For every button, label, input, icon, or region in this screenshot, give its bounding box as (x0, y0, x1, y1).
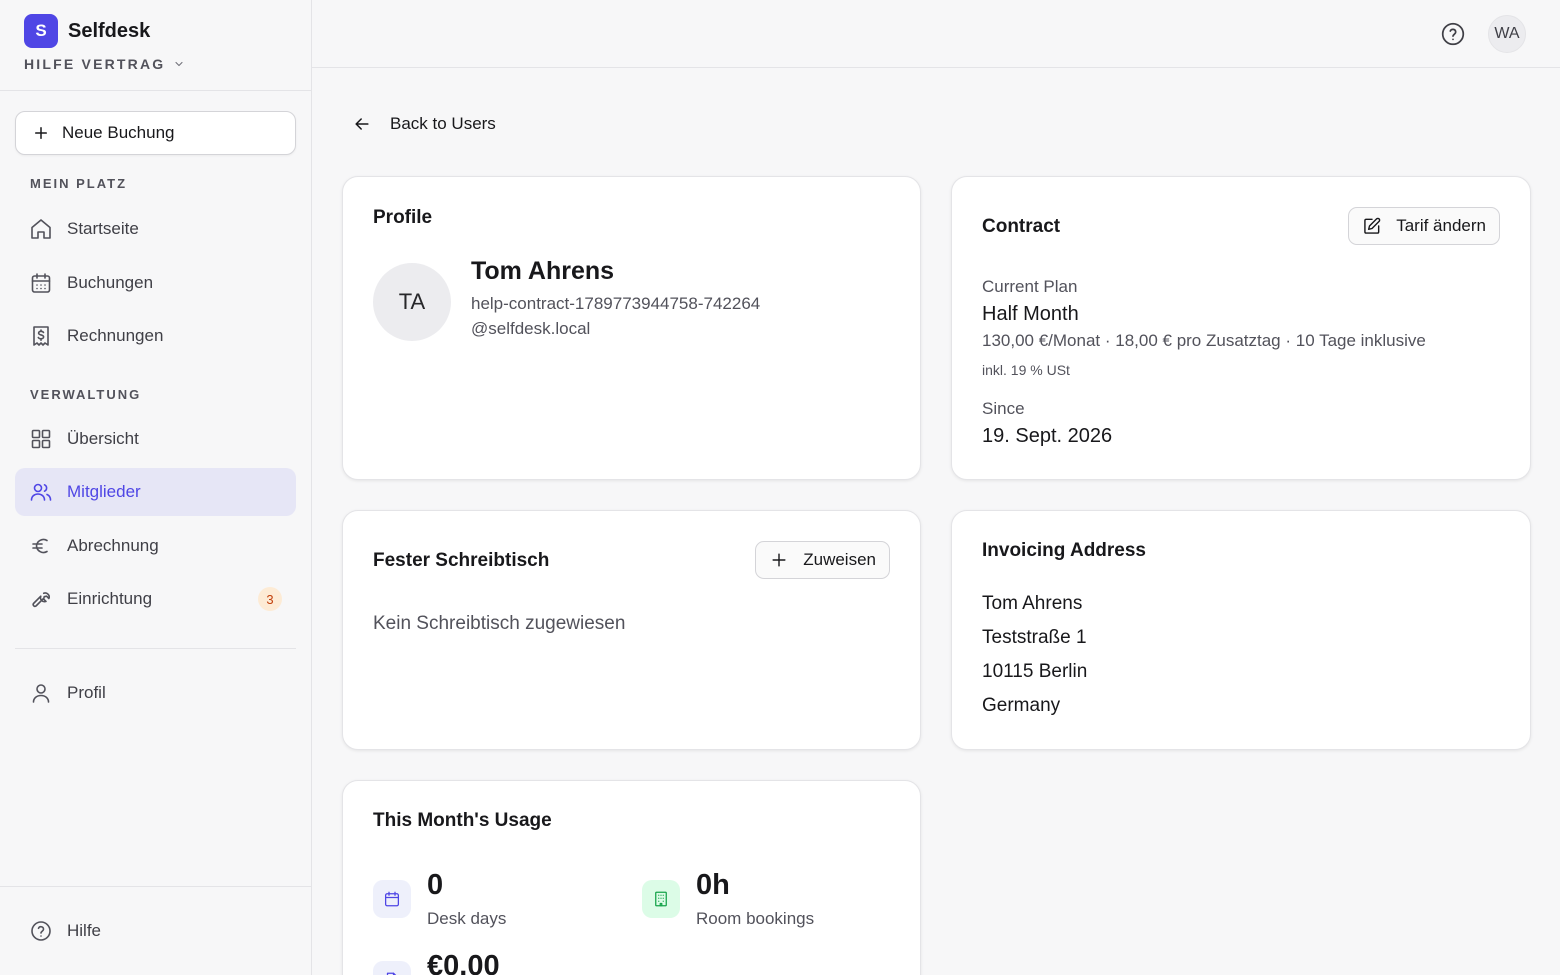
card-title: Contract (982, 216, 1061, 237)
card-title: Invoicing Address (982, 540, 1146, 561)
plan-details: 130,00 €/Monat · 18,00 € pro Zusatztag ·… (982, 331, 1426, 350)
arrow-left-icon (355, 118, 369, 130)
address-line: 10115 Berlin (982, 661, 1088, 682)
brand-name: Selfdesk (68, 19, 151, 42)
sidebar-item-rechnungen[interactable]: Rechnungen (15, 312, 296, 360)
since-label: Since (982, 399, 1025, 418)
divider (0, 886, 311, 887)
sidebar-item-label: Startseite (67, 219, 139, 238)
grid-icon (31, 429, 51, 449)
section-label-my-place: MEIN PLATZ (30, 176, 128, 191)
address-line: Germany (982, 695, 1061, 716)
empty-state-text: Kein Schreibtisch zugewiesen (373, 613, 626, 634)
stat-value: €0.00 (427, 950, 500, 975)
card-title: Profile (373, 207, 433, 228)
assign-desk-label: Zuweisen (803, 550, 876, 569)
sidebar-item-label: Rechnungen (67, 326, 164, 345)
sidebar-item-profil[interactable]: Profil (15, 669, 296, 717)
home-icon (31, 219, 51, 239)
stat-icon (373, 961, 411, 975)
assign-desk-button[interactable]: Zuweisen (755, 541, 890, 579)
user-name: Tom Ahrens (471, 257, 615, 285)
card-title: This Month's Usage (373, 810, 552, 831)
help-circle-icon (31, 921, 51, 941)
plus-icon (35, 127, 47, 139)
section-label-admin: VERWALTUNG (30, 387, 142, 402)
stat-label: Room bookings (696, 909, 815, 928)
change-plan-button[interactable]: Tarif ändern (1348, 207, 1500, 245)
divider (0, 90, 311, 91)
change-plan-label: Tarif ändern (1396, 216, 1486, 235)
sidebar-item-label: Profil (67, 683, 106, 702)
user-icon (32, 684, 50, 703)
sidebar-item-buchungen[interactable]: Buchungen (15, 259, 296, 307)
contract-card: Contract Tarif ändern Current Plan Half … (951, 176, 1531, 480)
address-line: Tom Ahrens (982, 593, 1083, 614)
sidebar-item-uebersicht[interactable]: Übersicht (15, 415, 296, 463)
receipt-icon (33, 326, 49, 346)
monthly-usage-card: This Month's Usage 0 Desk days 0h Room b… (342, 780, 921, 975)
workspace-switcher[interactable]: HILFE VERTRAG (24, 56, 185, 72)
sidebar-item-label: Hilfe (67, 921, 102, 940)
sidebar-item-label: Abrechnung (67, 536, 159, 555)
plus-icon (772, 553, 786, 567)
sidebar-item-label: Mitglieder (67, 482, 141, 501)
invoicing-address-card: Invoicing Address Tom Ahrens Teststraße … (951, 510, 1531, 750)
plan-name: Half Month (982, 303, 1079, 325)
edit-icon (1364, 217, 1381, 234)
users-icon (30, 483, 52, 501)
sidebar-item-hilfe[interactable]: Hilfe (15, 907, 296, 955)
sidebar-item-einrichtung[interactable]: Einrichtung 3 (15, 575, 296, 623)
sidebar-item-abrechnung[interactable]: Abrechnung (15, 522, 296, 570)
vat-note: inkl. 19 % USt (982, 362, 1070, 378)
sidebar-item-mitglieder[interactable]: Mitglieder (15, 468, 296, 516)
workspace-name: HILFE VERTRAG (24, 56, 166, 72)
top-bar: WA (312, 0, 1560, 68)
brand-logo: S (24, 14, 58, 48)
current-plan-label: Current Plan (982, 277, 1078, 296)
profile-card: Profile TA Tom Ahrens help-contract-1789… (342, 176, 921, 480)
help-circle-icon (1441, 22, 1465, 46)
stat-value: 0h (696, 869, 730, 901)
help-button[interactable] (1440, 21, 1466, 47)
avatar: TA (373, 263, 451, 341)
user-email: help-contract-1789773944758-742264@selfd… (471, 294, 761, 338)
sidebar: S Selfdesk HILFE VERTRAG Neue Buchung ME… (0, 0, 312, 975)
card-title: Fester Schreibtisch (373, 550, 550, 571)
document-icon (386, 972, 397, 975)
building-icon (655, 891, 667, 907)
fixed-desk-card: Fester Schreibtisch Zuweisen Kein Schrei… (342, 510, 921, 750)
wrench-icon (32, 592, 50, 608)
stat-icon (642, 880, 680, 918)
new-booking-label: Neue Buchung (62, 123, 175, 142)
notification-badge: 3 (258, 587, 282, 611)
sidebar-item-label: Buchungen (67, 273, 154, 292)
divider (15, 648, 296, 649)
since-value: 19. Sept. 2026 (982, 425, 1113, 447)
back-label: Back to Users (390, 114, 496, 133)
calendar-icon (384, 891, 400, 907)
calendar-icon (31, 273, 51, 293)
stat-value: 0 (427, 869, 444, 901)
stat-icon (373, 880, 411, 918)
chevron-down-icon (175, 61, 183, 67)
address-line: Teststraße 1 (982, 627, 1087, 648)
sidebar-item-label: Übersicht (67, 429, 139, 448)
euro-icon (32, 538, 48, 554)
user-avatar-button[interactable]: WA (1488, 15, 1526, 53)
sidebar-item-startseite[interactable]: Startseite (15, 205, 296, 253)
sidebar-item-label: Einrichtung (67, 589, 153, 608)
brand[interactable]: S Selfdesk (24, 14, 150, 48)
new-booking-button[interactable]: Neue Buchung (15, 111, 296, 155)
stat-label: Desk days (427, 909, 507, 928)
back-to-users-link[interactable]: Back to Users (352, 114, 496, 134)
